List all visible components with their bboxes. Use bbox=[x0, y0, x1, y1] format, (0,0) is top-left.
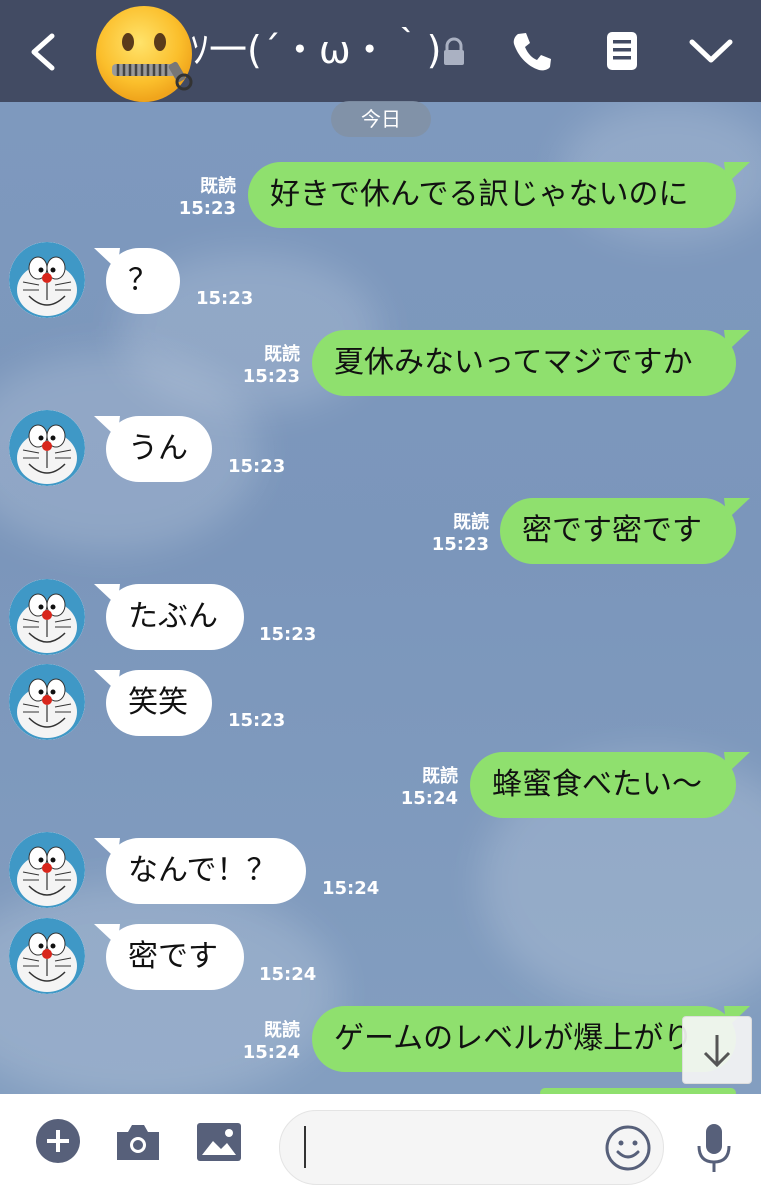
contact-avatar[interactable] bbox=[9, 832, 85, 908]
message-meta: 既読 15:24 bbox=[234, 1020, 300, 1064]
chat-title[interactable]: ｿ一(´・ω・｀) bbox=[190, 24, 441, 76]
contact-avatar[interactable] bbox=[9, 918, 85, 994]
incoming-message[interactable]: なんで！？ bbox=[106, 838, 306, 904]
message-meta: 既読 15:23 bbox=[423, 512, 489, 556]
incoming-message[interactable]: うん bbox=[106, 416, 212, 482]
outgoing-message[interactable]: 好きで休んでる訳じゃないのに bbox=[248, 162, 736, 228]
message-time: 15:23 bbox=[228, 710, 286, 731]
zipper-mouth-face-icon bbox=[96, 6, 193, 102]
contact-avatar[interactable] bbox=[9, 579, 85, 655]
robot-cat-icon bbox=[9, 242, 85, 318]
message-time: 15:24 bbox=[242, 1042, 300, 1063]
note-icon[interactable] bbox=[599, 28, 645, 74]
phone-icon[interactable] bbox=[509, 28, 555, 74]
microphone-icon[interactable] bbox=[694, 1122, 734, 1176]
message-time: 15:24 bbox=[322, 878, 380, 899]
message-time: 15:23 bbox=[228, 456, 286, 477]
image-icon[interactable] bbox=[195, 1121, 243, 1163]
read-receipt: 既読 bbox=[422, 766, 458, 787]
outgoing-message[interactable]: 蜂蜜食べたい〜 bbox=[470, 752, 736, 818]
robot-cat-icon bbox=[9, 410, 85, 486]
robot-cat-icon bbox=[9, 918, 85, 994]
camera-icon[interactable] bbox=[113, 1120, 163, 1164]
arrow-down-icon bbox=[703, 1035, 731, 1068]
read-receipt: 既読 bbox=[200, 176, 236, 197]
message-time: 15:23 bbox=[178, 198, 236, 219]
chat-header: ｿ一(´・ω・｀) bbox=[0, 0, 761, 102]
lock-icon bbox=[444, 37, 464, 65]
message-time: 15:24 bbox=[259, 964, 317, 985]
message-meta: 既読 15:23 bbox=[170, 176, 236, 220]
smile-icon[interactable] bbox=[604, 1124, 652, 1172]
message-time: 15:23 bbox=[242, 366, 300, 387]
message-time: 15:23 bbox=[259, 624, 317, 645]
incoming-message[interactable]: 笑笑 bbox=[106, 670, 212, 736]
robot-cat-icon bbox=[9, 579, 85, 655]
read-receipt: 既読 bbox=[453, 512, 489, 533]
contact-avatar[interactable] bbox=[9, 242, 85, 318]
message-meta: 既読 15:23 bbox=[234, 344, 300, 388]
incoming-message[interactable]: 密です bbox=[106, 924, 244, 990]
scroll-to-bottom-button[interactable] bbox=[682, 1016, 752, 1084]
contact-avatar[interactable] bbox=[9, 664, 85, 740]
read-receipt: 既読 bbox=[264, 344, 300, 365]
message-time: 15:23 bbox=[196, 288, 254, 309]
message-time: 15:24 bbox=[400, 788, 458, 809]
robot-cat-icon bbox=[9, 832, 85, 908]
robot-cat-icon bbox=[9, 664, 85, 740]
text-caret bbox=[304, 1126, 306, 1168]
chevron-left-icon[interactable] bbox=[24, 30, 64, 74]
outgoing-message[interactable]: 夏休みないってマジですか bbox=[312, 330, 736, 396]
read-receipt: 既読 bbox=[264, 1020, 300, 1041]
outgoing-message[interactable]: ゲームのレベルが爆上がり bbox=[312, 1006, 736, 1072]
date-separator: 今日 bbox=[331, 101, 431, 137]
outgoing-message[interactable]: 密です密です bbox=[500, 498, 736, 564]
message-meta: 既読 15:24 bbox=[392, 766, 458, 810]
plus-circle-icon[interactable] bbox=[35, 1118, 81, 1164]
incoming-message[interactable]: たぶん bbox=[106, 584, 244, 650]
message-time: 15:23 bbox=[431, 534, 489, 555]
chevron-down-icon[interactable] bbox=[688, 28, 734, 74]
contact-avatar[interactable] bbox=[9, 410, 85, 486]
